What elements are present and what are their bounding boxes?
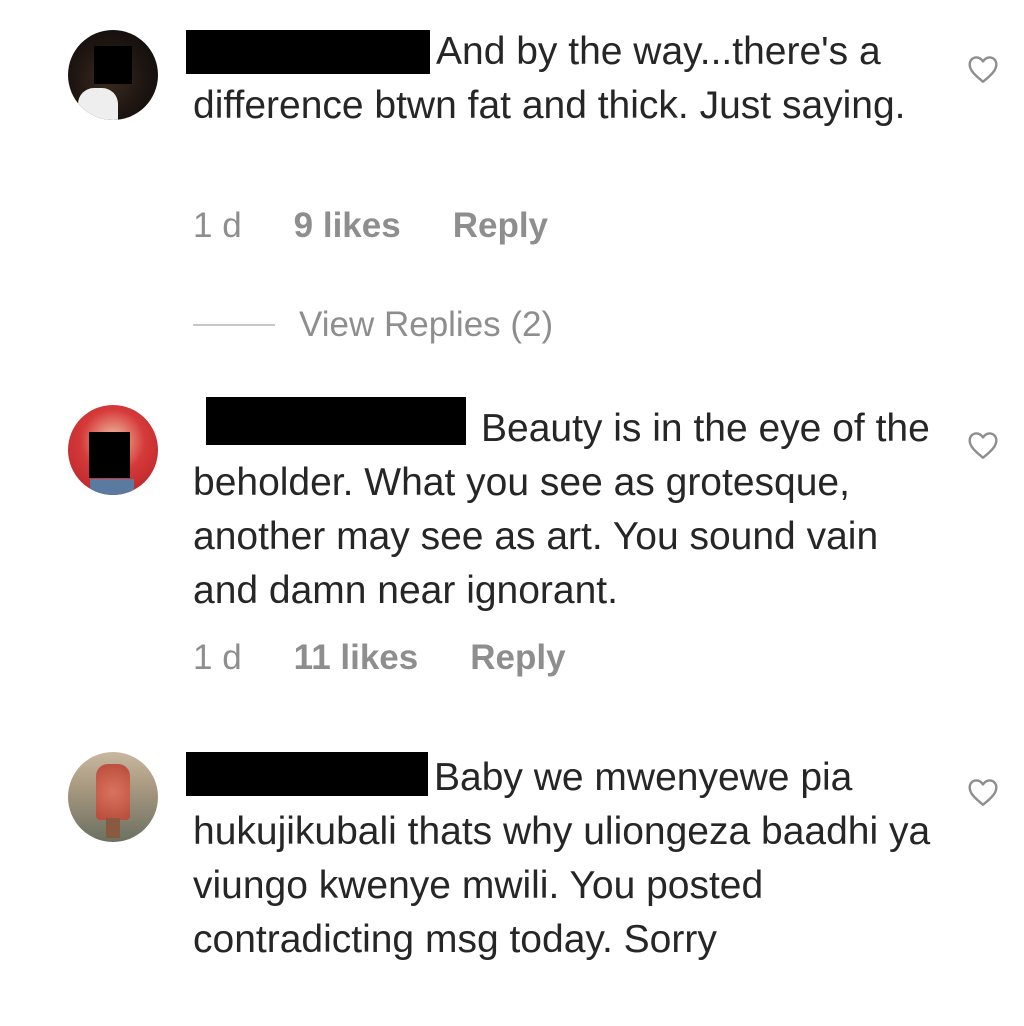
likes-count[interactable]: 9 likes	[294, 206, 401, 246]
view-replies-label[interactable]: View Replies (2)	[299, 305, 553, 345]
comment-time: 1 d	[193, 206, 242, 245]
divider	[193, 324, 275, 326]
comment-meta: 1 d 9 likes Reply	[193, 206, 548, 246]
avatar[interactable]	[68, 752, 158, 842]
avatar-redaction	[94, 46, 132, 84]
reply-button[interactable]: Reply	[453, 206, 548, 246]
comment-text: Baby we mwenyewe pia hukujikubali thats …	[193, 756, 931, 961]
comment-meta: 1 d 11 likes Reply	[193, 638, 566, 678]
heart-icon[interactable]	[967, 54, 999, 84]
view-replies[interactable]: View Replies (2)	[193, 305, 553, 345]
avatar[interactable]	[68, 405, 158, 495]
comment-text: Beauty is in the eye of the beholder. Wh…	[193, 407, 930, 612]
heart-icon[interactable]	[967, 430, 999, 460]
avatar-redaction	[89, 432, 130, 478]
heart-icon[interactable]	[967, 777, 999, 807]
comment-text: And by the way...there's a difference bt…	[193, 30, 906, 127]
reply-button[interactable]: Reply	[470, 638, 565, 678]
avatar[interactable]	[68, 30, 158, 120]
comment-time: 1 d	[193, 638, 242, 677]
likes-count[interactable]: 11 likes	[294, 638, 419, 678]
